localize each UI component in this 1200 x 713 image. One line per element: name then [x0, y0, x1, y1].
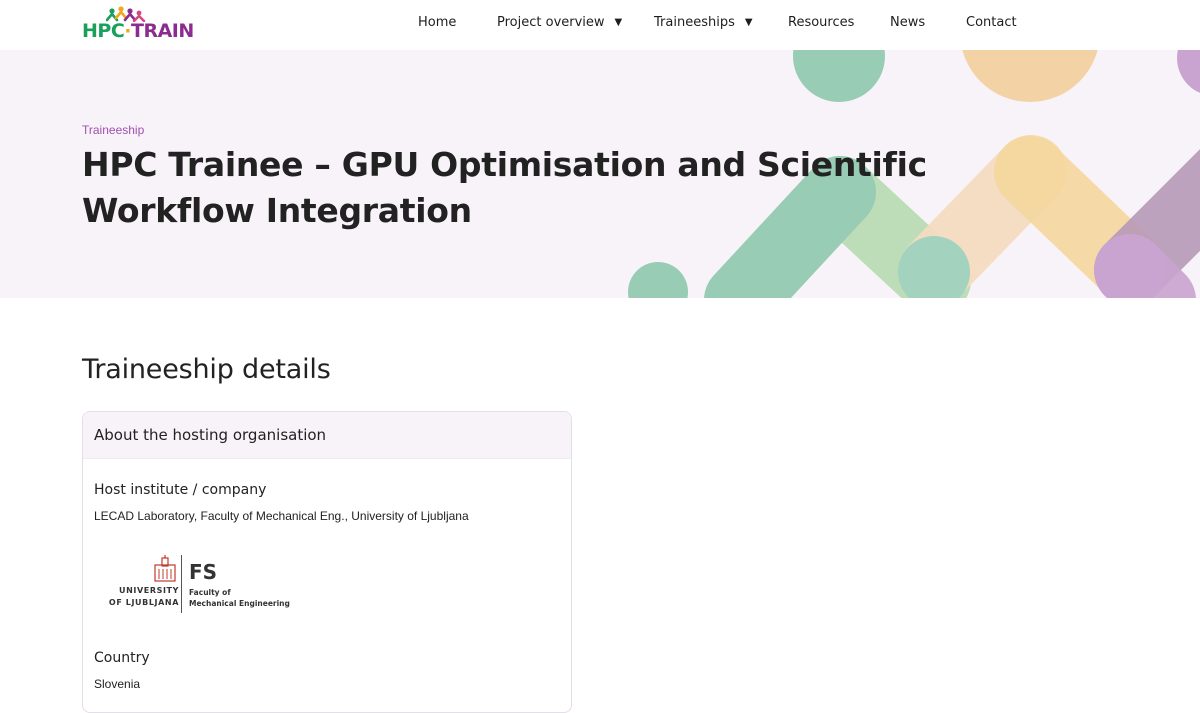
country-value: Slovenia [94, 677, 141, 691]
logo-dot: · [124, 20, 131, 42]
site-logo[interactable]: HPC·TRAIN [82, 6, 194, 44]
faculty-abbreviation: FS [189, 560, 218, 584]
site-header: HPC·TRAIN Home Project overview ▼ Trainee… [0, 0, 1200, 50]
logo-divider [181, 555, 182, 613]
logo-wordmark: HPC·TRAIN [82, 20, 194, 42]
nav-resources[interactable]: Resources [788, 15, 854, 31]
faculty-name-line2: Mechanical Engineering [189, 599, 290, 608]
nav-news-label: News [890, 15, 926, 30]
nav-resources-label: Resources [788, 15, 855, 30]
university-name-line1: UNIVERSITY [119, 586, 179, 595]
chevron-down-icon: ▼ [744, 17, 753, 28]
host-value: LECAD Laboratory, Faculty of Mechanical … [94, 509, 469, 523]
chevron-down-icon: ▼ [614, 17, 623, 28]
page-title: HPC Trainee – GPU Optimisation and Scien… [82, 145, 927, 230]
host-label: Host institute / company [94, 482, 267, 498]
logo-hpc: HPC [82, 20, 125, 42]
hosting-organisation-card: About the hosting organisation Host inst… [82, 411, 572, 713]
section-title: Traineeship details [82, 354, 331, 385]
host-organisation-logo: UNIVERSITY OF LJUBLJANA FS Faculty of Me… [109, 549, 309, 615]
university-name-line2: OF LJUBLJANA [108, 598, 179, 607]
nav-project-overview-label: Project overview [497, 15, 605, 30]
university-crest-icon [154, 555, 176, 582]
nav-traineeships[interactable]: Traineeships ▼ [654, 15, 753, 31]
nav-contact-label: Contact [966, 15, 1017, 30]
country-label: Country [94, 650, 150, 666]
faculty-name: Faculty of Mechanical Engineering [189, 587, 290, 609]
hero-eyebrow[interactable]: Traineeship [82, 123, 144, 137]
faculty-name-line1: Faculty of [189, 588, 231, 597]
nav-project-overview[interactable]: Project overview ▼ [497, 15, 622, 31]
nav-home[interactable]: Home [418, 15, 456, 31]
card-heading: About the hosting organisation [83, 412, 571, 459]
nav-news[interactable]: News [890, 15, 925, 31]
logo-train: TRAIN [131, 20, 194, 42]
nav-contact[interactable]: Contact [966, 15, 1017, 31]
nav-traineeships-label: Traineeships [654, 15, 735, 30]
nav-home-label: Home [418, 15, 457, 30]
hero-banner: Traineeship HPC Trainee – GPU Optimisati… [0, 50, 1200, 298]
